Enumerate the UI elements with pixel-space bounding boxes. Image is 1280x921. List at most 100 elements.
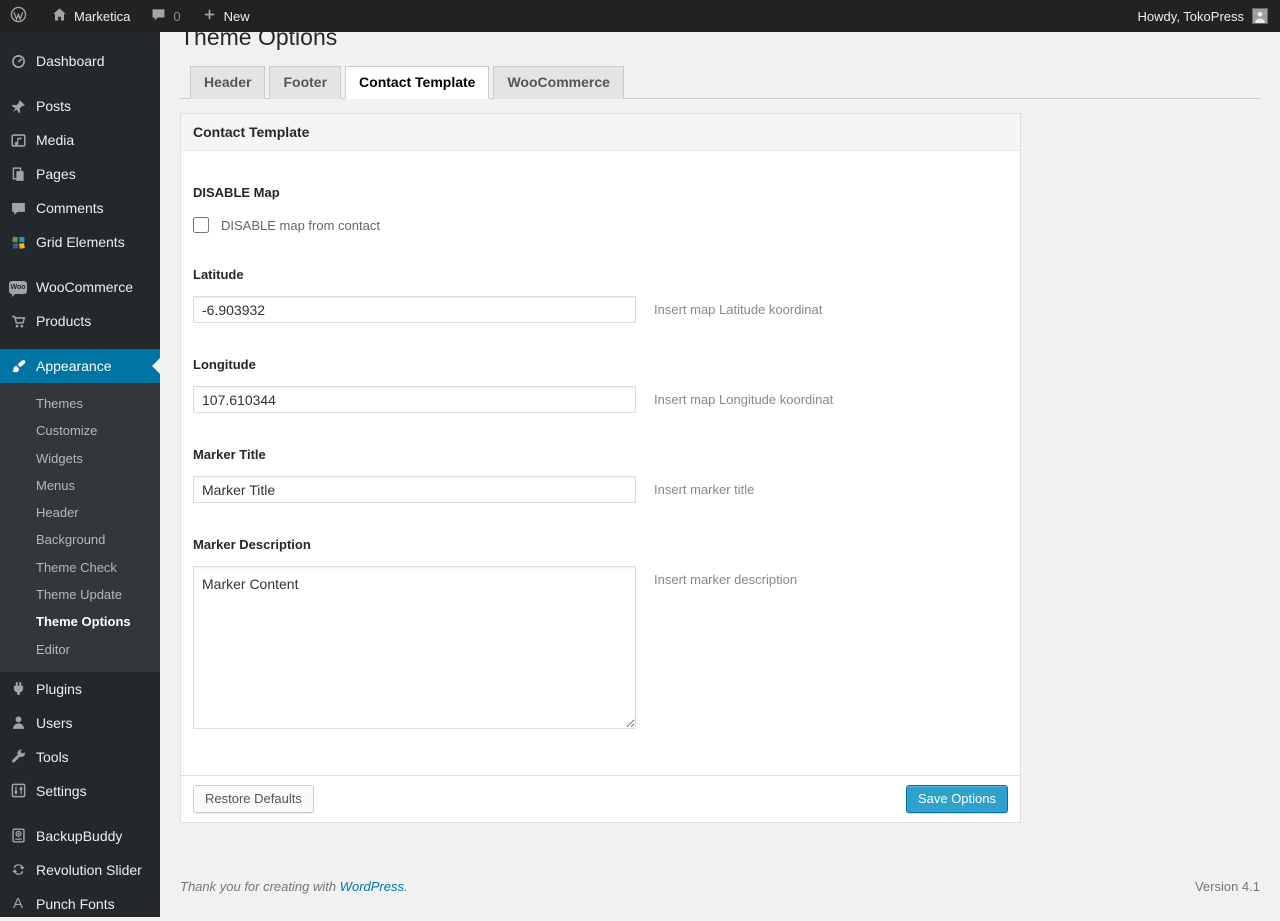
- pages-icon: [8, 164, 28, 184]
- tab-header[interactable]: Header: [190, 66, 266, 99]
- sidebar-item-settings[interactable]: Settings: [0, 774, 160, 808]
- sidebar-item-dashboard[interactable]: Dashboard: [0, 44, 160, 78]
- new-content-menu[interactable]: New: [191, 0, 260, 32]
- submenu-item-background[interactable]: Background: [0, 526, 160, 553]
- sidebar-item-pages[interactable]: Pages: [0, 157, 160, 191]
- media-icon: [8, 130, 28, 150]
- avatar: [1252, 8, 1268, 24]
- site-name-label: Marketica: [74, 8, 131, 24]
- comments-shortcut[interactable]: 0: [140, 0, 190, 32]
- sidebar-item-tools[interactable]: Tools: [0, 740, 160, 774]
- longitude-label: Longitude: [193, 357, 256, 372]
- woocommerce-badge-icon: Woo: [8, 277, 28, 297]
- sidebar-item-label: Media: [36, 132, 75, 148]
- disable-map-checkbox[interactable]: [193, 217, 209, 233]
- footer-thanks-suffix: .: [404, 879, 408, 894]
- sidebar-item-label: Dashboard: [36, 53, 105, 69]
- submenu-item-customize[interactable]: Customize: [0, 417, 160, 444]
- comments-bubble-icon: [150, 6, 167, 26]
- wordpress-link[interactable]: WordPress: [340, 879, 404, 894]
- admin-sidebar: Dashboard Posts Media Pages Comments Gri…: [0, 32, 160, 917]
- wrench-icon: [8, 747, 28, 767]
- sidebar-item-products[interactable]: Products: [0, 304, 160, 338]
- refresh-arrows-icon: [8, 860, 28, 880]
- marker-description-help: Insert marker description: [654, 572, 798, 587]
- paintbrush-icon: [8, 356, 28, 376]
- sidebar-item-label: Products: [36, 313, 92, 329]
- sidebar-item-media[interactable]: Media: [0, 123, 160, 157]
- submenu-item-header[interactable]: Header: [0, 499, 160, 526]
- sidebar-item-label: Revolution Slider: [36, 861, 142, 878]
- longitude-input[interactable]: [193, 386, 636, 413]
- tab-footer[interactable]: Footer: [269, 66, 342, 99]
- sidebar-item-label: Plugins: [36, 680, 82, 697]
- cart-icon: [8, 311, 28, 331]
- sidebar-item-label: WooCommerce: [36, 279, 133, 295]
- footer-version: Version 4.1: [1194, 879, 1260, 894]
- sidebar-item-grid-elements[interactable]: Grid Elements: [0, 225, 160, 259]
- sidebar-item-label: Grid Elements: [36, 234, 125, 250]
- submenu-item-widgets[interactable]: Widgets: [0, 445, 160, 472]
- longitude-help: Insert map Longitude koordinat: [654, 392, 834, 407]
- submenu-item-theme-update[interactable]: Theme Update: [0, 581, 160, 608]
- marker-title-help: Insert marker title: [654, 482, 755, 497]
- tab-woocommerce[interactable]: WooCommerce: [493, 66, 624, 99]
- panel-title: Contact Template: [181, 114, 1020, 151]
- appearance-submenu: Themes Customize Widgets Menus Header Ba…: [0, 383, 160, 672]
- main-content: Theme Options Header Footer Contact Temp…: [160, 0, 1280, 906]
- new-label: New: [223, 8, 250, 24]
- sidebar-item-label: Users: [36, 714, 73, 731]
- submenu-item-editor[interactable]: Editor: [0, 636, 160, 663]
- site-name-link[interactable]: Marketica: [41, 0, 140, 32]
- backup-drive-icon: [8, 826, 28, 846]
- admin-bar: Marketica 0 New Howdy, TokoPress: [0, 0, 1280, 32]
- submenu-item-theme-check[interactable]: Theme Check: [0, 554, 160, 581]
- sidebar-item-comments[interactable]: Comments: [0, 191, 160, 225]
- latitude-label: Latitude: [193, 267, 244, 282]
- user-icon: [8, 713, 28, 733]
- sidebar-item-label: BackupBuddy: [36, 827, 123, 844]
- theme-options-tabs: Header Footer Contact Template WooCommer…: [180, 66, 1260, 99]
- submenu-item-menus[interactable]: Menus: [0, 472, 160, 499]
- sidebar-item-revolution-slider[interactable]: Revolution Slider: [0, 853, 160, 887]
- sidebar-item-label: Settings: [36, 782, 87, 799]
- sidebar-item-label: Punch Fonts: [36, 895, 115, 912]
- sidebar-item-label: Comments: [36, 200, 104, 216]
- save-options-button[interactable]: Save Options: [905, 785, 1008, 813]
- disable-map-checkbox-label[interactable]: DISABLE map from contact: [221, 218, 380, 233]
- home-icon: [51, 6, 68, 26]
- contact-template-panel: Contact Template DISABLE Map DISABLE map…: [180, 113, 1021, 823]
- sidebar-item-woocommerce[interactable]: Woo WooCommerce: [0, 270, 160, 304]
- panel-body: DISABLE Map DISABLE map from contact Lat…: [181, 151, 1020, 775]
- sidebar-item-label: Posts: [36, 98, 72, 114]
- dashboard-icon: [8, 51, 28, 71]
- wordpress-menu[interactable]: [0, 0, 37, 32]
- sidebar-item-posts[interactable]: Posts: [0, 89, 160, 123]
- plug-icon: [8, 679, 28, 699]
- sidebar-item-appearance[interactable]: Appearance: [0, 349, 160, 383]
- sidebar-item-punch-fonts[interactable]: A Punch Fonts: [0, 887, 160, 921]
- sidebar-item-plugins[interactable]: Plugins: [0, 672, 160, 706]
- letter-a-icon: A: [12, 895, 23, 913]
- panel-footer: Restore Defaults Save Options: [181, 775, 1020, 822]
- marker-title-input[interactable]: [193, 476, 636, 503]
- sidebar-item-users[interactable]: Users: [0, 706, 160, 740]
- restore-defaults-button[interactable]: Restore Defaults: [193, 785, 314, 813]
- latitude-help: Insert map Latitude koordinat: [654, 302, 823, 317]
- pushpin-icon: [8, 96, 28, 116]
- marker-description-textarea[interactable]: Marker Content: [193, 566, 636, 729]
- sidebar-item-label: Appearance: [36, 358, 112, 374]
- settings-sliders-icon: [8, 781, 28, 801]
- marker-title-label: Marker Title: [193, 447, 266, 462]
- account-menu[interactable]: Howdy, TokoPress: [1126, 0, 1280, 32]
- tab-contact-template[interactable]: Contact Template: [345, 66, 490, 99]
- latitude-input[interactable]: [193, 296, 636, 323]
- comments-count: 0: [173, 8, 181, 24]
- sidebar-item-backupbuddy[interactable]: BackupBuddy: [0, 819, 160, 853]
- plus-icon: [201, 6, 218, 26]
- sidebar-item-label: Pages: [36, 166, 76, 182]
- submenu-item-themes[interactable]: Themes: [0, 390, 160, 417]
- submenu-item-theme-options[interactable]: Theme Options: [0, 608, 160, 635]
- comment-bubble-icon: [8, 198, 28, 218]
- page-footer: Thank you for creating with WordPress. V…: [180, 879, 1260, 906]
